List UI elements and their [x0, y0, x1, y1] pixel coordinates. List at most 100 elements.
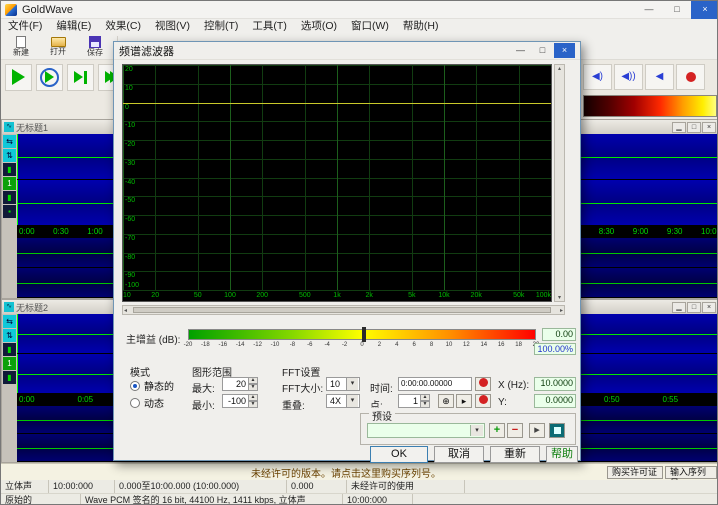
- next-point-button[interactable]: ▸: [456, 394, 472, 408]
- menu-control[interactable]: 控制(T): [197, 19, 245, 34]
- status-bar-format: 原始的Wave PCM 签名的 16 bit, 44100 Hz, 1411 k…: [1, 493, 718, 505]
- doc2-maximize-button[interactable]: □: [687, 302, 701, 313]
- menu-view[interactable]: 视图(V): [148, 19, 197, 34]
- y-coordinate-field[interactable]: 0.0000: [534, 394, 576, 408]
- left-channel-button[interactable]: ▮: [3, 163, 16, 176]
- menu-effect[interactable]: 效果(C): [98, 19, 148, 34]
- preset-menu-button[interactable]: ▸: [529, 423, 545, 438]
- start-marker[interactable]: [17, 134, 18, 179]
- point-spinner[interactable]: 1 ▲▼: [398, 394, 430, 408]
- channel-indicator[interactable]: 1: [3, 357, 16, 370]
- status-cell: 未经许可的使用: [347, 480, 465, 493]
- min-value[interactable]: -100: [222, 394, 248, 408]
- expand-channels-button[interactable]: ⇅: [3, 149, 16, 162]
- overlap-select[interactable]: 4X: [326, 394, 360, 408]
- gain-tick-label: 16: [498, 342, 505, 348]
- time-field[interactable]: 0:00:00.00000: [398, 377, 472, 391]
- play-button[interactable]: [5, 64, 32, 91]
- license-notice[interactable]: 未经许可的版本。请点击这里购买序列号。: [111, 465, 581, 480]
- toolbar-save-button[interactable]: 保存: [78, 34, 112, 59]
- start-marker[interactable]: [17, 314, 18, 353]
- dialog-titlebar[interactable]: 频谱滤波器 — □ ×: [114, 42, 580, 60]
- speed-button[interactable]: ◀: [645, 64, 674, 90]
- right-channel-button[interactable]: ▮: [3, 371, 16, 384]
- channel-indicator[interactable]: 1: [3, 177, 16, 190]
- restore-button[interactable]: 重新: [490, 446, 540, 463]
- enter-serial-button[interactable]: 输入序列号: [665, 466, 717, 479]
- freq-axis-label: 50: [194, 292, 202, 299]
- left-channel-button[interactable]: ▮: [3, 343, 16, 356]
- help-button[interactable]: 帮助: [546, 446, 578, 463]
- menu-file[interactable]: 文件(F): [1, 19, 49, 34]
- preset-save-button[interactable]: [549, 423, 565, 438]
- play-all-button[interactable]: [67, 64, 94, 91]
- gain-tick-label: 14: [480, 342, 487, 348]
- scrollbar-thumb[interactable]: [133, 307, 551, 313]
- status-cell: 原始的: [1, 494, 81, 505]
- preset-add-button[interactable]: +: [489, 423, 505, 438]
- mute-channel-button[interactable]: ▪: [3, 205, 16, 218]
- mode-dynamic-radio[interactable]: 动态: [130, 395, 164, 410]
- max-spinner[interactable]: 20 ▲▼: [222, 377, 258, 391]
- close-button[interactable]: ×: [691, 1, 718, 19]
- maximize-button[interactable]: □: [663, 1, 691, 19]
- doc1-minimize-button[interactable]: ▁: [672, 122, 686, 133]
- swap-channels-button[interactable]: ⇆: [3, 315, 16, 328]
- spinner-arrows-icon[interactable]: ▲▼: [248, 394, 258, 408]
- doc2-minimize-button[interactable]: ▁: [672, 302, 686, 313]
- toolbar-button-label: 保存: [87, 49, 103, 57]
- gain-value-field[interactable]: 0.00: [542, 328, 576, 341]
- graph-horizontal-scrollbar[interactable]: ◂▸: [122, 305, 565, 315]
- cancel-button[interactable]: 取消: [434, 446, 484, 463]
- buy-license-button[interactable]: 购买许可证: [607, 466, 663, 479]
- menu-window[interactable]: 窗口(W): [344, 19, 396, 34]
- dialog-minimize-button[interactable]: —: [510, 43, 531, 58]
- freq-axis-label: 1k: [333, 292, 340, 299]
- loop-play-button[interactable]: [36, 64, 63, 91]
- doc2-close-button[interactable]: ×: [702, 302, 716, 313]
- gain-percent-field[interactable]: 100.00%: [534, 343, 576, 355]
- preset-select[interactable]: [367, 423, 485, 438]
- open-icon: [51, 37, 66, 47]
- record-icon: [686, 72, 696, 82]
- max-value[interactable]: 20: [222, 377, 248, 391]
- gain-slider-handle[interactable]: [362, 327, 366, 342]
- menu-tool[interactable]: 工具(T): [245, 19, 293, 34]
- doc1-close-button[interactable]: ×: [702, 122, 716, 133]
- min-spinner[interactable]: -100 ▲▼: [222, 394, 258, 408]
- gain-slider[interactable]: [188, 329, 536, 340]
- play-icon: [12, 69, 25, 85]
- minimize-button[interactable]: —: [635, 1, 663, 19]
- doc1-title: 无标题1: [16, 121, 48, 134]
- volume-button[interactable]: ◀): [583, 64, 612, 90]
- menu-edit[interactable]: 编辑(E): [49, 19, 98, 34]
- filter-graph[interactable]: 20100-10-20-30-40-50-60-70-80-90-1001020…: [122, 64, 552, 302]
- gain-tick-label: -14: [236, 342, 245, 348]
- add-point-button[interactable]: ⊕: [438, 394, 454, 408]
- preset-remove-button[interactable]: −: [507, 423, 523, 438]
- toolbar-open-button[interactable]: 打开: [41, 34, 75, 59]
- x-coordinate-field[interactable]: 10.0000: [534, 377, 576, 391]
- freq-axis-label: 50k: [513, 292, 524, 299]
- spinner-arrows-icon[interactable]: ▲▼: [248, 377, 258, 391]
- point-value[interactable]: 1: [398, 394, 420, 408]
- spinner-arrows-icon[interactable]: ▲▼: [420, 394, 430, 408]
- right-channel-button[interactable]: ▮: [3, 191, 16, 204]
- dialog-close-button[interactable]: ×: [554, 43, 575, 58]
- doc1-maximize-button[interactable]: □: [687, 122, 701, 133]
- menu-help[interactable]: 帮助(H): [396, 19, 446, 34]
- expand-channels-button[interactable]: ⇅: [3, 329, 16, 342]
- graph-vertical-scrollbar[interactable]: ▴▾: [554, 64, 565, 302]
- fft-size-select[interactable]: 10: [326, 377, 360, 391]
- mode-static-radio[interactable]: 静态的: [130, 378, 174, 393]
- record-monitor-button[interactable]: [676, 64, 705, 90]
- balance-button[interactable]: ◀)): [614, 64, 643, 90]
- set-time-button[interactable]: [475, 377, 491, 391]
- swap-channels-button[interactable]: ⇆: [3, 135, 16, 148]
- remove-point-button[interactable]: [475, 394, 491, 408]
- time-label: 0:50: [604, 395, 620, 404]
- ok-button[interactable]: OK: [370, 446, 428, 463]
- dialog-maximize-button[interactable]: □: [532, 43, 553, 58]
- toolbar-new-button[interactable]: 新建: [4, 34, 38, 59]
- menu-options[interactable]: 选项(O): [294, 19, 344, 34]
